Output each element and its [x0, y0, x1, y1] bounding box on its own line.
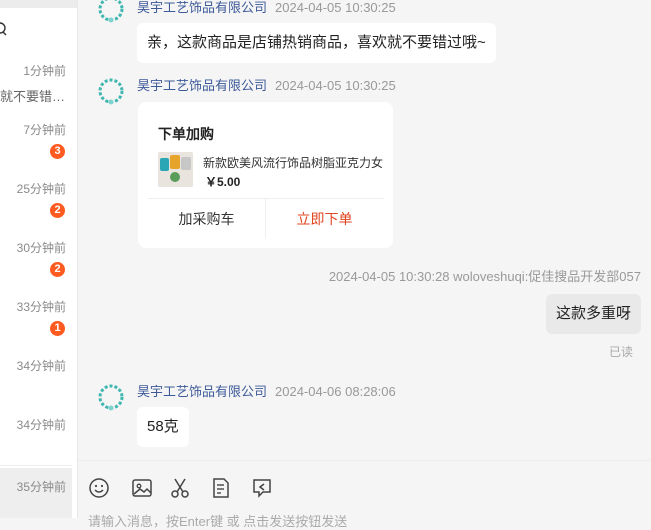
order-card-title: 下单加购: [158, 126, 214, 142]
conversation-time: 34分钟前: [16, 359, 66, 373]
chat-panel: 昊宇工艺饰品有限公司 2024-04-05 10:30:25 亲，这款商品是店铺热…: [78, 0, 651, 460]
message-input-placeholder[interactable]: 请输入消息，按Enter键 或 点击发送按钮发送: [88, 511, 347, 530]
unread-badge: 3: [50, 144, 65, 159]
scissors-icon[interactable]: [169, 477, 191, 499]
conversation-item[interactable]: 33分钟前 1: [0, 288, 72, 348]
emoji-icon[interactable]: [88, 477, 110, 499]
message-bubble: 亲，这款商品是店铺热销商品，喜欢就不要错过哦~: [137, 23, 496, 63]
avatar: [98, 78, 124, 105]
read-status: 已读: [608, 345, 633, 359]
avatar: [98, 0, 124, 23]
conversation-time: 25分钟前: [16, 182, 66, 196]
conversation-preview: 就不要错…: [0, 89, 66, 104]
search-icon[interactable]: [0, 20, 10, 40]
document-icon[interactable]: [210, 477, 232, 499]
sender-name: 昊宇工艺饰品有限公司: [137, 384, 268, 399]
conversation-time: 1分钟前: [23, 64, 66, 78]
message-time: 2024-04-05 10:30:25: [275, 78, 396, 93]
product-name: 新款欧美风流行饰品树脂亚克力女: [203, 156, 384, 170]
order-card: 下单加购 新款欧美风流行饰品树脂亚克力女 ￥5.00 加采购车 立即下单: [138, 102, 393, 248]
buy-now-button[interactable]: 立即下单: [266, 199, 383, 239]
message-bubble: 58克: [137, 407, 189, 447]
conversation-time: 34分钟前: [16, 418, 66, 432]
conversation-item[interactable]: 34分钟前: [0, 406, 72, 466]
sender-name: 昊宇工艺饰品有限公司: [137, 78, 268, 93]
add-to-cart-button[interactable]: 加采购车: [148, 199, 265, 239]
message-meta: 昊宇工艺饰品有限公司 2024-04-05 10:30:25: [137, 0, 396, 16]
message-time: 2024-04-05 10:30:25: [275, 0, 396, 15]
unread-badge: 2: [50, 262, 65, 277]
conversation-item[interactable]: 7分钟前 3: [0, 111, 72, 171]
conversation-item[interactable]: 30分钟前 2: [0, 229, 72, 289]
image-icon[interactable]: [131, 477, 153, 499]
message-meta: 昊宇工艺饰品有限公司 2024-04-06 08:28:06: [137, 381, 396, 400]
conversation-item-active[interactable]: 35分钟前: [0, 468, 72, 518]
conversation-time: 7分钟前: [23, 123, 66, 137]
product-price: ￥5.00: [205, 175, 241, 189]
conversation-time: 30分钟前: [16, 241, 66, 255]
conversation-item[interactable]: 34分钟前: [0, 347, 72, 407]
unread-badge: 2: [50, 203, 65, 218]
conversation-item[interactable]: 1分钟前 就不要错…: [0, 52, 72, 112]
product-thumbnail[interactable]: [158, 152, 193, 187]
input-toolbar: 请输入消息，按Enter键 或 点击发送按钮发送: [78, 460, 651, 529]
my-message-bubble: 这款多重呀: [545, 294, 641, 334]
sidebar-header-bar: [0, 0, 77, 8]
conversation-time: 35分钟前: [16, 480, 66, 494]
message-meta: 昊宇工艺饰品有限公司 2024-04-05 10:30:25: [137, 75, 396, 94]
message-time: 2024-04-06 08:28:06: [275, 384, 396, 399]
conversation-sidebar: 1分钟前 就不要错… 7分钟前 3 25分钟前 2 30分钟前 2 33分钟前 …: [0, 0, 78, 518]
unread-badge: 1: [50, 321, 65, 336]
sender-name: 昊宇工艺饰品有限公司: [137, 0, 268, 15]
my-message-meta: 2024-04-05 10:30:28 woloveshuqi:促佳搜品开发部0…: [328, 269, 641, 284]
history-icon[interactable]: [251, 477, 273, 499]
avatar: [98, 384, 124, 411]
conversation-time: 33分钟前: [16, 300, 66, 314]
conversation-item[interactable]: 25分钟前 2: [0, 170, 72, 230]
